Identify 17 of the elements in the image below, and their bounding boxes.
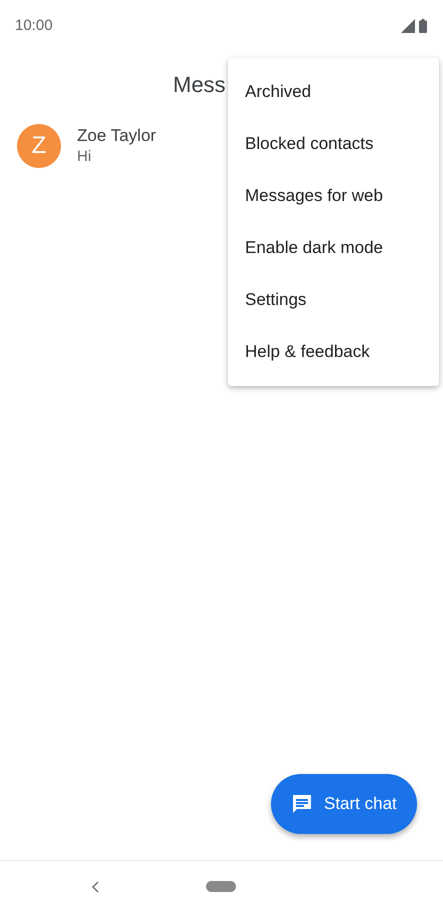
avatar: Z — [17, 124, 61, 168]
signal-icon — [401, 19, 415, 33]
menu-item[interactable]: Blocked contacts — [228, 118, 439, 170]
menu-item[interactable]: Messages for web — [228, 170, 439, 222]
menu-item[interactable]: Enable dark mode — [228, 222, 439, 274]
home-handle[interactable] — [206, 881, 236, 892]
app-title: Mess — [173, 70, 226, 98]
battery-icon — [419, 19, 427, 33]
menu-item[interactable]: Archived — [228, 66, 439, 118]
menu-item[interactable]: Help & feedback — [228, 326, 439, 378]
status-time: 10:00 — [15, 16, 53, 36]
start-chat-button[interactable]: Start chat — [271, 774, 417, 834]
back-icon[interactable] — [91, 880, 99, 892]
chat-icon — [290, 792, 314, 816]
menu-item[interactable]: Settings — [228, 274, 439, 326]
message-snippet: Hi — [77, 147, 92, 167]
contact-name: Zoe Taylor — [77, 125, 156, 147]
